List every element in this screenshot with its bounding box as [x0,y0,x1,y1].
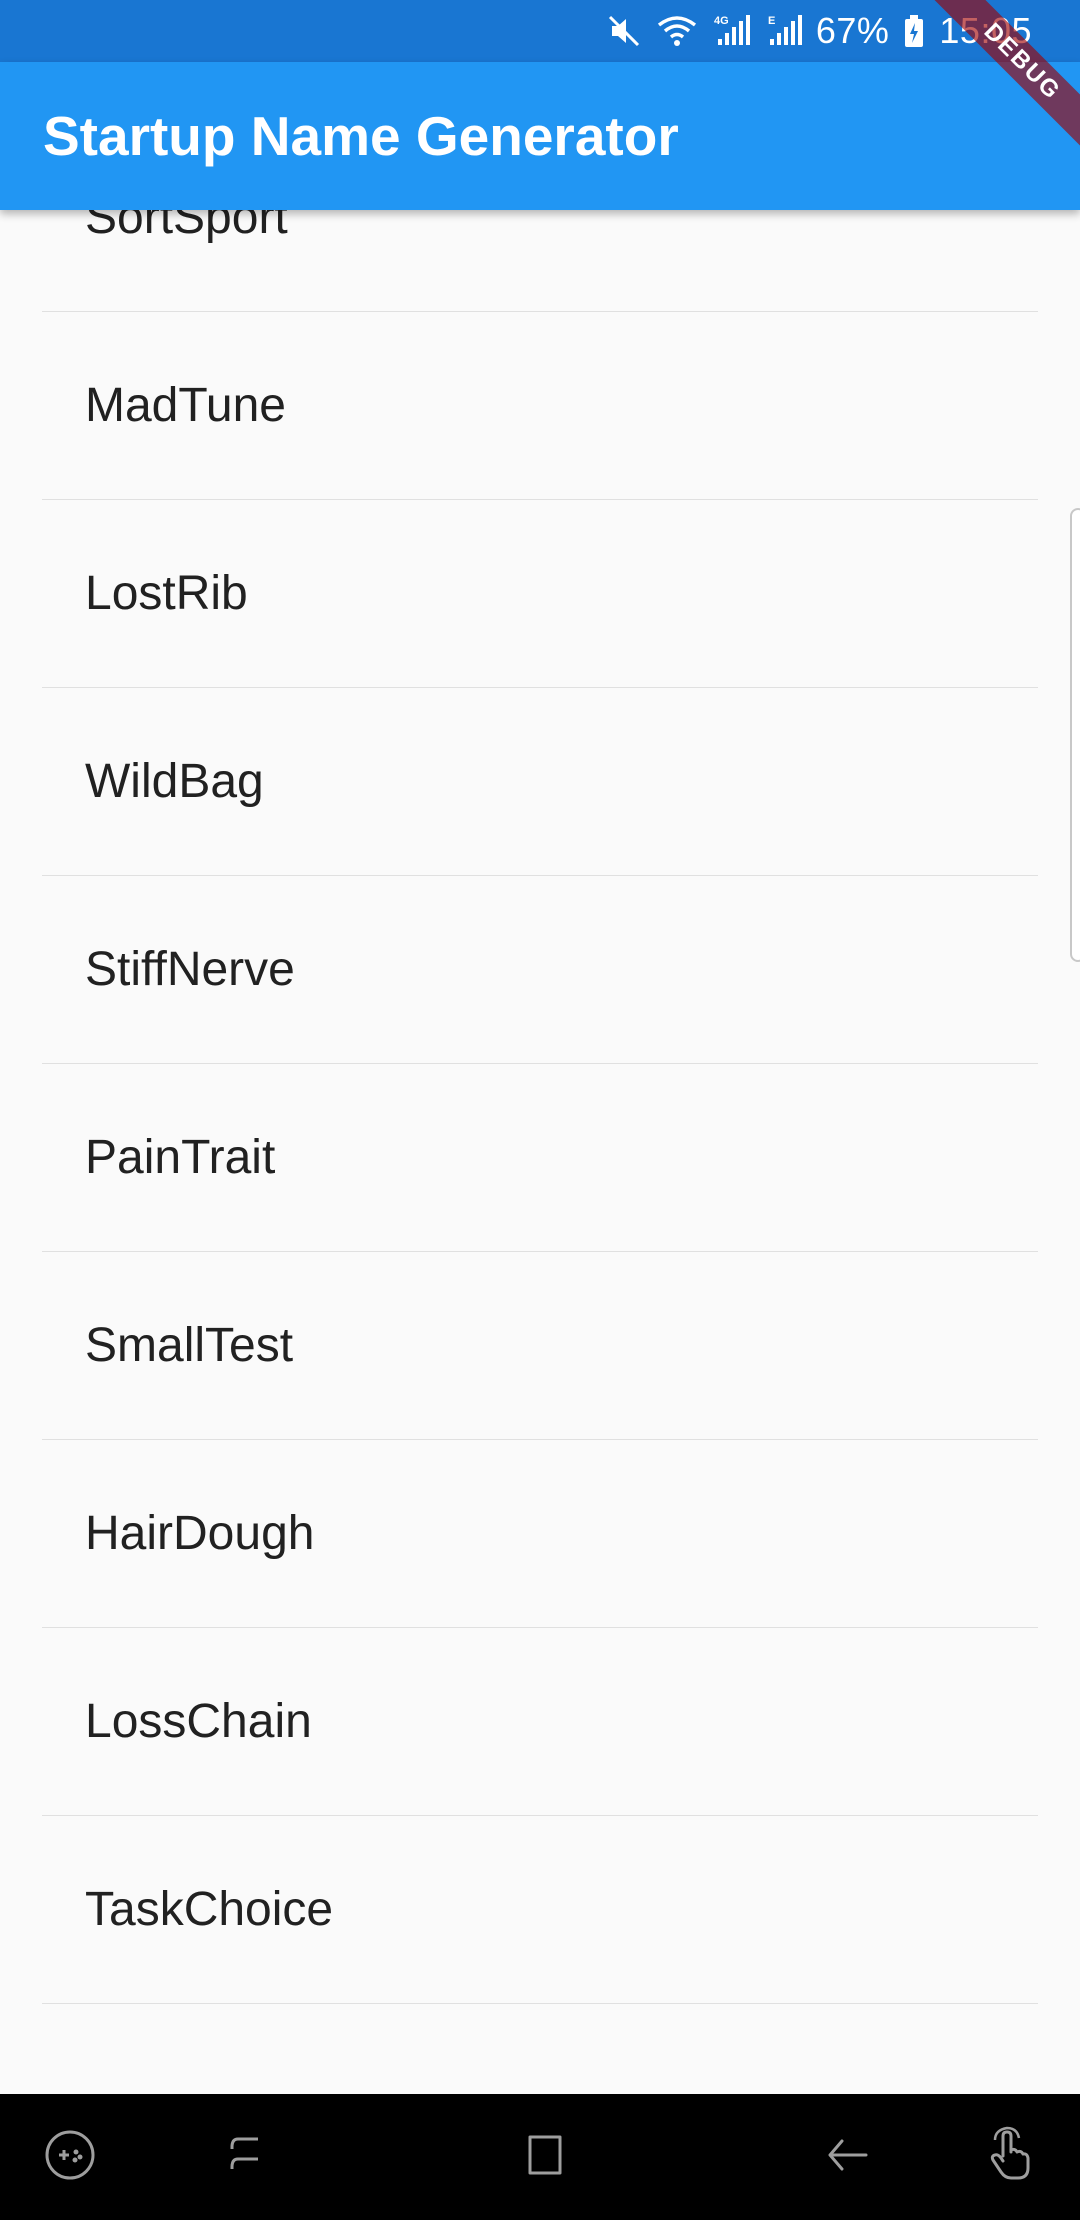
back-icon [820,2129,876,2186]
app-screen: 4G E 67% 15:05 Startup Name Generator DE… [0,0,1080,2220]
battery-charging-icon [903,13,925,49]
battery-percent: 67% [815,10,890,51]
list-item-label: HairDough [85,1507,315,1560]
list-item-label: MadTune [85,379,286,432]
list-item-label: SmallTest [85,1319,294,1372]
assistive-touch-button[interactable] [950,2094,1070,2220]
list-item[interactable]: SortSport [42,210,1038,312]
svg-text:4G: 4G [714,15,729,27]
list-content: SortSport MadTune LostRib WildBag StiffN… [0,210,1080,2004]
list-item[interactable]: StiffNerve [42,876,1038,1064]
app-title: Startup Name Generator [43,105,679,167]
app-bar: Startup Name Generator [0,62,1080,210]
home-button[interactable] [484,2094,604,2220]
list-item[interactable]: PainTrait [42,1064,1038,1252]
recent-apps-button[interactable] [184,2094,304,2220]
list-item-label: SortSport [85,210,288,244]
back-button[interactable] [788,2094,908,2220]
mute-icon [606,13,642,49]
status-bar: 4G E 67% 15:05 [0,0,1080,62]
list-item[interactable]: LostRib [42,500,1038,688]
svg-text:E: E [768,15,775,27]
assistive-touch-icon [981,2126,1039,2189]
list-item-label: PainTrait [85,1131,276,1184]
list-item-label: LostRib [85,567,248,620]
list-item[interactable]: SmallTest [42,1252,1038,1440]
list-item-label: LossChain [85,1695,312,1748]
recent-apps-icon [218,2129,270,2186]
signal-4g-icon: 4G [712,13,752,49]
clock: 15:05 [939,10,1032,51]
list-item[interactable]: MadTune [42,312,1038,500]
list-item-label: StiffNerve [85,943,295,996]
list-item[interactable]: WildBag [42,688,1038,876]
navigation-bar [0,2094,1080,2220]
list-item[interactable]: TaskChoice [42,1816,1038,2004]
list-item[interactable]: HairDough [42,1440,1038,1628]
game-launcher-icon [42,2127,98,2188]
startup-name-list[interactable]: SortSport MadTune LostRib WildBag StiffN… [0,210,1080,2094]
list-item-label: WildBag [85,755,264,808]
home-icon [518,2129,570,2186]
list-item-label: TaskChoice [85,1883,334,1936]
wifi-icon [656,13,698,49]
game-launcher-button[interactable] [10,2094,130,2220]
signal-e-icon: E [766,13,802,49]
scroll-indicator[interactable] [1070,508,1080,962]
list-item[interactable]: LossChain [42,1628,1038,1816]
status-icons: 4G E 67% 15:05 [606,0,1032,62]
